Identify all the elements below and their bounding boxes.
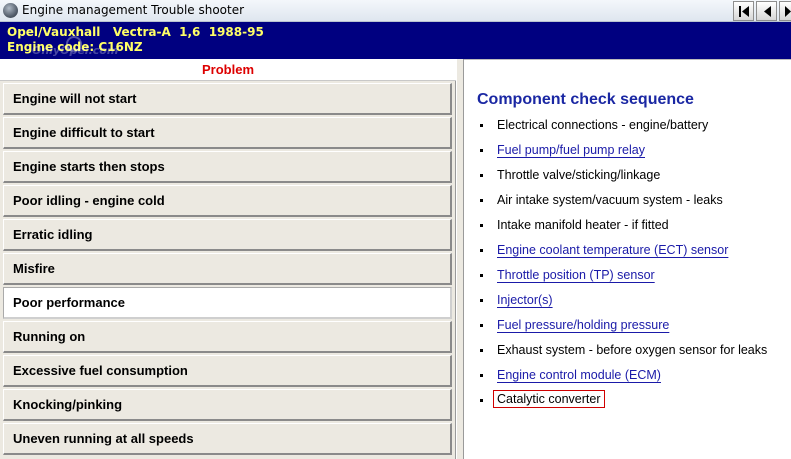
- check-item[interactable]: Engine control module (ECM): [477, 368, 791, 388]
- problem-item[interactable]: Excessive fuel consumption: [3, 355, 452, 387]
- check-item-link[interactable]: Engine control module (ECM): [497, 368, 661, 382]
- bullet-icon: [480, 274, 483, 277]
- check-item: Electrical connections - engine/battery: [477, 118, 791, 138]
- check-item[interactable]: Fuel pump/fuel pump relay: [477, 143, 791, 163]
- check-item[interactable]: Injector(s): [477, 293, 791, 313]
- bullet-icon: [480, 224, 483, 227]
- problem-item[interactable]: Misfire: [3, 253, 452, 285]
- bullet-icon: [480, 374, 483, 377]
- bullet-icon: [480, 249, 483, 252]
- check-item: Exhaust system - before oxygen sensor fo…: [477, 343, 791, 363]
- check-item-link[interactable]: Injector(s): [497, 293, 553, 307]
- watermark-text: OnlyOpel.com: [32, 44, 119, 57]
- bullet-icon: [480, 349, 483, 352]
- check-item-label: Throttle valve/sticking/linkage: [497, 168, 661, 182]
- problem-item[interactable]: Running on: [3, 321, 452, 353]
- check-item[interactable]: Fuel pressure/holding pressure: [477, 318, 791, 338]
- check-item: Throttle valve/sticking/linkage: [477, 168, 791, 188]
- problem-item[interactable]: Engine will not start: [3, 83, 452, 115]
- window-title: Engine management Trouble shooter: [22, 3, 245, 17]
- bullet-icon: [480, 149, 483, 152]
- problem-item[interactable]: Uneven running at all speeds: [3, 423, 452, 455]
- check-item[interactable]: Engine coolant temperature (ECT) sensor: [477, 243, 791, 263]
- problem-item[interactable]: Knocking/pinking: [3, 389, 452, 421]
- problem-panel: Problem Engine will not start Engine diff…: [0, 59, 456, 459]
- check-item-link[interactable]: Engine coolant temperature (ECT) sensor: [497, 243, 728, 257]
- next-page-button[interactable]: [779, 1, 791, 21]
- problem-item[interactable]: Erratic idling: [3, 219, 452, 251]
- bullet-icon: [480, 324, 483, 327]
- check-item: Catalytic converter: [477, 390, 791, 413]
- check-item-label: Catalytic converter: [493, 390, 605, 408]
- problem-item[interactable]: Poor idling - engine cold: [3, 185, 452, 217]
- bullet-icon: [480, 399, 483, 402]
- next-page-icon: [785, 6, 791, 17]
- check-sequence-title: Component check sequence: [477, 91, 694, 108]
- check-item[interactable]: Throttle position (TP) sensor: [477, 268, 791, 288]
- check-item-label: Air intake system/vacuum system - leaks: [497, 193, 723, 207]
- previous-page-icon: [764, 6, 771, 17]
- bullet-icon: [480, 199, 483, 202]
- check-panel: Component check sequence Electrical conn…: [464, 59, 791, 459]
- check-item-link[interactable]: Fuel pressure/holding pressure: [497, 318, 669, 332]
- bullet-icon: [480, 124, 483, 127]
- bullet-icon: [480, 174, 483, 177]
- check-item: Intake manifold heater - if fitted: [477, 218, 791, 238]
- title-bar: Engine management Trouble shooter: [0, 0, 791, 22]
- check-item-label: Intake manifold heater - if fitted: [497, 218, 669, 232]
- vehicle-header: Opel/Vauxhall Vectra-A 1,6 1988-95 Engin…: [0, 22, 791, 59]
- check-item: Air intake system/vacuum system - leaks: [477, 193, 791, 213]
- previous-page-button[interactable]: [756, 1, 777, 21]
- check-item-label: Exhaust system - before oxygen sensor fo…: [497, 343, 768, 357]
- bullet-icon: [480, 299, 483, 302]
- first-page-icon: [739, 6, 749, 17]
- check-item-link[interactable]: Fuel pump/fuel pump relay: [497, 143, 645, 157]
- problem-heading: Problem: [0, 59, 456, 81]
- check-item-label: Electrical connections - engine/battery: [497, 118, 709, 132]
- panel-splitter[interactable]: [456, 59, 464, 459]
- vehicle-model: Opel/Vauxhall Vectra-A 1,6 1988-95: [7, 25, 264, 39]
- problem-item[interactable]: Engine starts then stops: [3, 151, 452, 183]
- check-item-link[interactable]: Throttle position (TP) sensor: [497, 268, 655, 282]
- problem-item[interactable]: Poor performance: [3, 287, 452, 319]
- app-gear-icon: [3, 3, 18, 18]
- problem-item[interactable]: Engine difficult to start: [3, 117, 452, 149]
- first-page-button[interactable]: [733, 1, 754, 21]
